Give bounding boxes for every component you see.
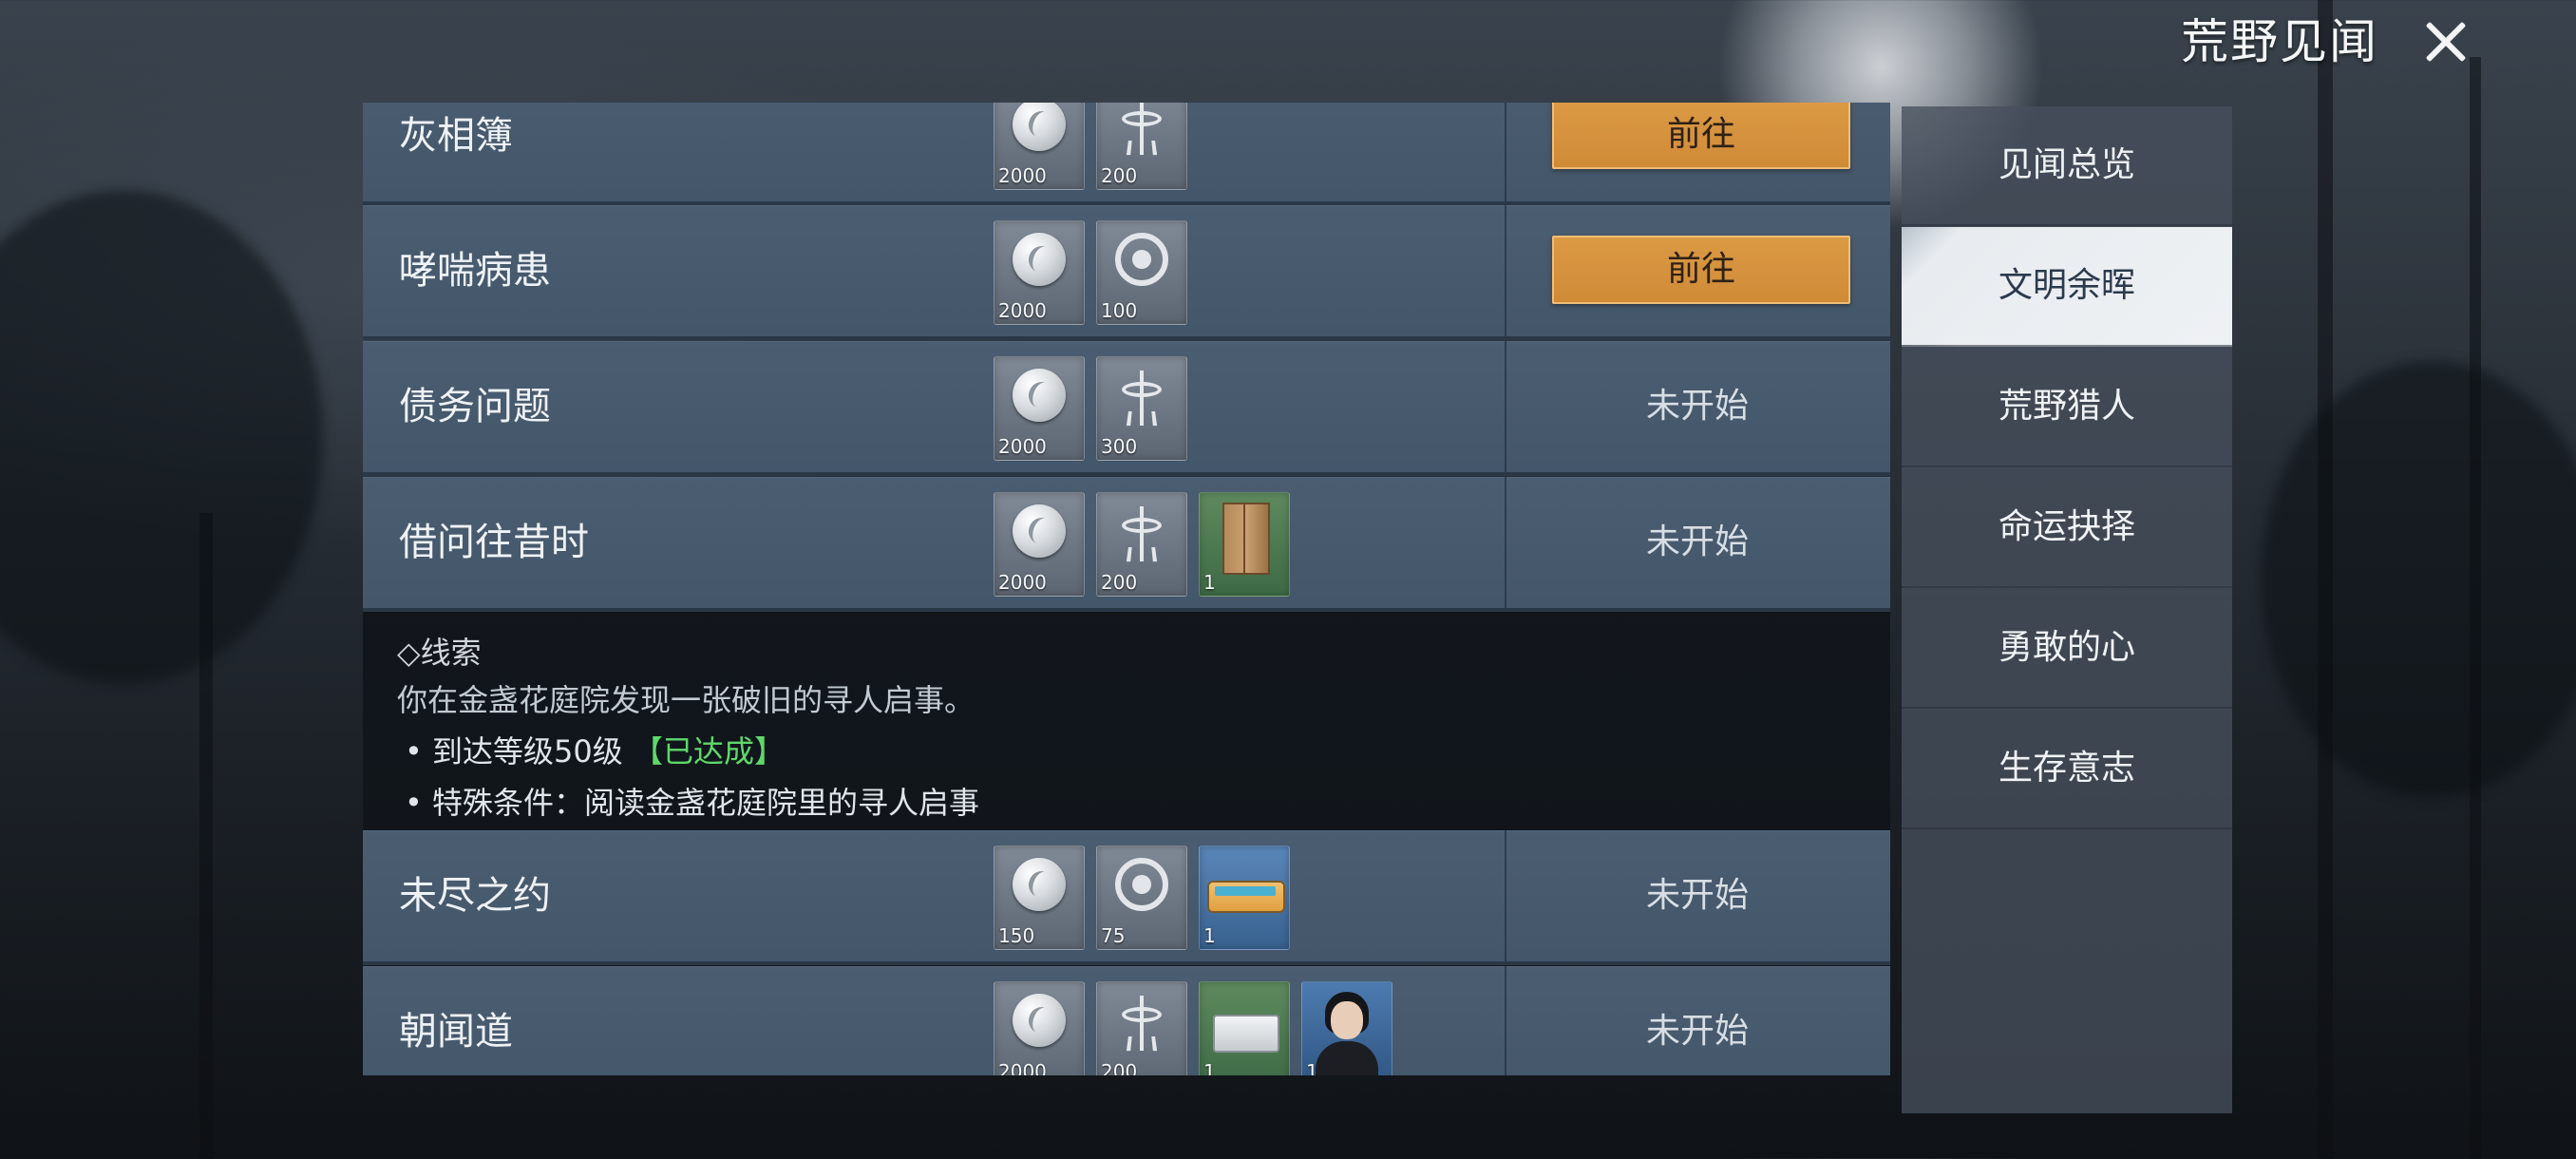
tab-overview[interactable]: 见闻总览 (1902, 106, 2232, 226)
reward-list: 2000 200 1 (994, 492, 1290, 597)
cabinet-icon[interactable]: 1 (1199, 492, 1290, 597)
reward-list: 150 75 1 (994, 846, 1290, 950)
quest-name: 借问往昔时 (399, 521, 589, 564)
quest-name: 朝闻道 (399, 1010, 513, 1054)
coin-icon[interactable]: 2000 (994, 981, 1085, 1075)
reward-quantity: 200 (1101, 571, 1138, 594)
coin-icon[interactable]: 2000 (994, 220, 1085, 325)
clue-condition-level: • 到达等级50级 【已达成】 (405, 728, 785, 771)
quest-row-jiewenwangxishi[interactable]: 借问往昔时 2000 200 1 未开始 (363, 477, 1890, 612)
reward-quantity: 150 (998, 924, 1035, 947)
clue-description: 你在金盏花庭院发现一张破旧的寻人启事。 (397, 682, 975, 718)
coin-icon[interactable]: 2000 (994, 356, 1085, 461)
category-tabs: 见闻总览 文明余晖 荒野猎人 命运抉择 勇敢的心 生存意志 (1902, 106, 2232, 1113)
clue-panel: ◇线索 你在金盏花庭院发现一张破旧的寻人启事。 • 到达等级50级 【已达成】 … (363, 612, 1890, 832)
radio-tower-icon[interactable]: 300 (1096, 356, 1187, 461)
reward-quantity: 1 (1203, 924, 1216, 947)
reward-quantity: 200 (1101, 1060, 1138, 1075)
go-button[interactable]: 前往 (1552, 103, 1850, 169)
reward-quantity: 2000 (998, 1060, 1047, 1075)
page-title: 荒野见闻 (2181, 14, 2378, 69)
close-icon[interactable] (2415, 11, 2475, 72)
quest-status: 未开始 (1645, 387, 1749, 426)
quest-name: 哮喘病患 (399, 249, 551, 293)
quest-row-weijinzhiyue[interactable]: 未尽之约 150 75 1 未开始 (363, 830, 1890, 965)
gear-badge-icon[interactable]: 75 (1096, 846, 1187, 950)
quest-status: 未开始 (1645, 876, 1749, 915)
quest-name: 灰相簿 (399, 114, 513, 158)
reward-list: 2000 200 (994, 103, 1187, 190)
reward-quantity: 100 (1101, 299, 1138, 322)
portrait-icon[interactable]: 1 (1301, 981, 1392, 1075)
quest-name: 未尽之约 (399, 874, 551, 918)
reward-quantity: 1 (1203, 1060, 1216, 1075)
reward-quantity: 2000 (998, 571, 1047, 594)
reward-list: 2000 200 1 1 (994, 981, 1392, 1075)
go-button[interactable]: 前往 (1552, 236, 1850, 304)
quest-row-huixiangbu[interactable]: 灰相簿 2000 200 前往 (363, 103, 1890, 205)
radio-tower-icon[interactable]: 200 (1096, 103, 1187, 190)
reward-list: 2000 100 (994, 220, 1187, 325)
tab-civilization-afterglow[interactable]: 文明余晖 (1902, 227, 2232, 347)
quest-status: 未开始 (1645, 1012, 1749, 1051)
reward-quantity: 2000 (998, 164, 1047, 187)
reward-quantity: 1 (1306, 1060, 1318, 1075)
gear-badge-icon[interactable]: 100 (1096, 220, 1187, 325)
coin-icon[interactable]: 2000 (994, 103, 1085, 190)
row-divider (1505, 103, 1506, 201)
tab-brave-heart[interactable]: 勇敢的心 (1902, 589, 2232, 709)
quest-row-zhaowendao[interactable]: 朝闻道 2000 200 1 1 未开始 (363, 966, 1890, 1075)
reward-quantity: 200 (1101, 164, 1138, 187)
radio-tower-icon[interactable]: 200 (1096, 492, 1187, 597)
bus-icon[interactable]: 1 (1199, 846, 1290, 950)
reward-quantity: 75 (1101, 924, 1126, 947)
radio-tower-icon[interactable]: 200 (1096, 981, 1187, 1075)
reward-quantity: 300 (1101, 435, 1138, 458)
box-icon[interactable]: 1 (1199, 981, 1290, 1075)
quest-name: 债务问题 (399, 385, 551, 428)
quest-row-xiaochuanbinghuan[interactable]: 哮喘病患 2000 100 前往 (363, 205, 1890, 340)
clue-heading: ◇线索 (397, 635, 482, 671)
condition-achieved-badge: 【已达成】 (632, 733, 785, 770)
row-divider (1505, 205, 1506, 336)
reward-quantity: 2000 (998, 435, 1047, 458)
reward-quantity: 1 (1203, 571, 1216, 594)
reward-list: 2000 300 (994, 356, 1187, 461)
tab-survival-will[interactable]: 生存意志 (1902, 710, 2232, 829)
coin-icon[interactable]: 150 (994, 846, 1085, 950)
condition-text: • 到达等级50级 (405, 733, 623, 770)
quest-row-zhaiwuwenti[interactable]: 债务问题 2000 300 未开始 (363, 341, 1890, 476)
quest-status: 未开始 (1645, 522, 1749, 561)
quest-list[interactable]: 灰相簿 2000 200 前往 哮喘病患 2000 100 前往 债务问题 20… (363, 103, 1890, 1075)
coin-icon[interactable]: 2000 (994, 492, 1085, 597)
tab-fate-choice[interactable]: 命运抉择 (1902, 468, 2232, 588)
tab-wilderness-hunter[interactable]: 荒野猎人 (1902, 348, 2232, 467)
clue-condition-special: • 特殊条件：阅读金盏花庭院里的寻人启事 (405, 785, 980, 821)
reward-quantity: 2000 (998, 299, 1047, 322)
